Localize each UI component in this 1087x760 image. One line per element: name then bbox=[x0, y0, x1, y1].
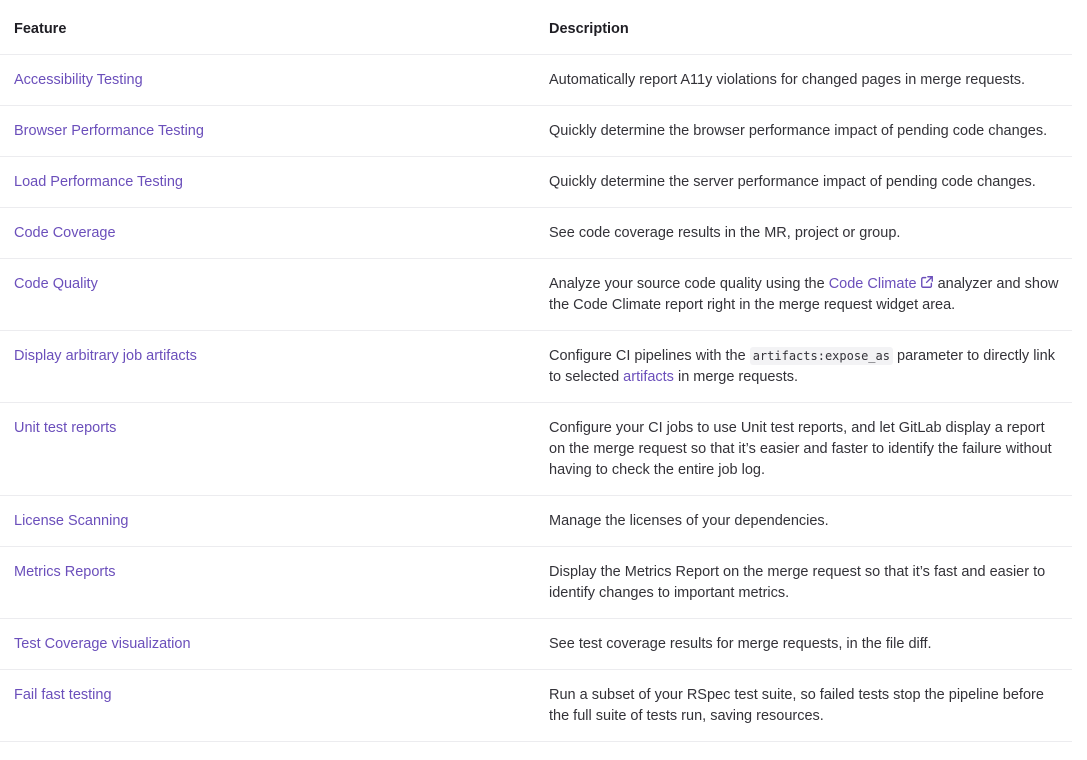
feature-link-unit-test-reports[interactable]: Unit test reports bbox=[14, 420, 116, 436]
table-row: Test Coverage visualization See test cov… bbox=[0, 618, 1072, 670]
feature-link-load-performance-testing[interactable]: Load Performance Testing bbox=[14, 174, 183, 190]
artifacts-link[interactable]: artifacts bbox=[623, 369, 674, 385]
table-row: Display arbitrary job artifacts Configur… bbox=[0, 330, 1072, 403]
code-climate-link[interactable]: Code Climate bbox=[829, 276, 934, 292]
table-row: Fail fast testing Run a subset of your R… bbox=[0, 669, 1072, 742]
feature-link-code-coverage[interactable]: Code Coverage bbox=[14, 225, 116, 241]
feature-description: Quickly determine the browser performanc… bbox=[535, 105, 1072, 157]
table-row: Code Quality Analyze your source code qu… bbox=[0, 258, 1072, 331]
feature-description: See code coverage results in the MR, pro… bbox=[535, 207, 1072, 259]
feature-link-fail-fast-testing[interactable]: Fail fast testing bbox=[14, 687, 112, 703]
table-row: Browser Performance Testing Quickly dete… bbox=[0, 105, 1072, 157]
feature-description: Run a subset of your RSpec test suite, s… bbox=[535, 669, 1072, 742]
feature-description: Analyze your source code quality using t… bbox=[535, 258, 1072, 331]
feature-link-code-quality[interactable]: Code Quality bbox=[14, 276, 98, 292]
description-column-header: Description bbox=[535, 0, 1072, 55]
feature-link-accessibility-testing[interactable]: Accessibility Testing bbox=[14, 72, 143, 88]
code-climate-link-label[interactable]: Code Climate bbox=[829, 276, 917, 292]
table-row: Code Coverage See code coverage results … bbox=[0, 207, 1072, 259]
features-table: Feature Description Accessibility Testin… bbox=[0, 0, 1072, 742]
table-row: License Scanning Manage the licenses of … bbox=[0, 495, 1072, 547]
feature-link-test-coverage-visualization[interactable]: Test Coverage visualization bbox=[14, 636, 191, 652]
feature-link-display-arbitrary-job-artifacts[interactable]: Display arbitrary job artifacts bbox=[14, 348, 197, 364]
table-row: Load Performance Testing Quickly determi… bbox=[0, 156, 1072, 208]
feature-description: See test coverage results for merge requ… bbox=[535, 618, 1072, 670]
feature-link-metrics-reports[interactable]: Metrics Reports bbox=[14, 564, 116, 580]
table-header-row: Feature Description bbox=[0, 0, 1072, 55]
table-row: Metrics Reports Display the Metrics Repo… bbox=[0, 546, 1072, 619]
feature-column-header: Feature bbox=[0, 0, 535, 55]
description-text: in merge requests. bbox=[673, 369, 799, 385]
feature-description: Configure CI pipelines with the artifact… bbox=[535, 330, 1072, 403]
feature-link-license-scanning[interactable]: License Scanning bbox=[14, 513, 128, 529]
feature-description: Configure your CI jobs to use Unit test … bbox=[535, 402, 1072, 496]
feature-description: Quickly determine the server performance… bbox=[535, 156, 1072, 208]
description-text: Configure CI pipelines with the bbox=[549, 348, 750, 364]
table-row: Unit test reports Configure your CI jobs… bbox=[0, 402, 1072, 496]
external-link-icon[interactable] bbox=[920, 275, 934, 289]
description-text: Analyze your source code quality using t… bbox=[549, 276, 829, 292]
code-snippet: artifacts:expose_as bbox=[749, 347, 893, 365]
feature-description: Display the Metrics Report on the merge … bbox=[535, 546, 1072, 619]
feature-description: Automatically report A11y violations for… bbox=[535, 54, 1072, 106]
feature-link-browser-performance-testing[interactable]: Browser Performance Testing bbox=[14, 123, 204, 139]
feature-description: Manage the licenses of your dependencies… bbox=[535, 495, 1072, 547]
table-row: Accessibility Testing Automatically repo… bbox=[0, 54, 1072, 106]
